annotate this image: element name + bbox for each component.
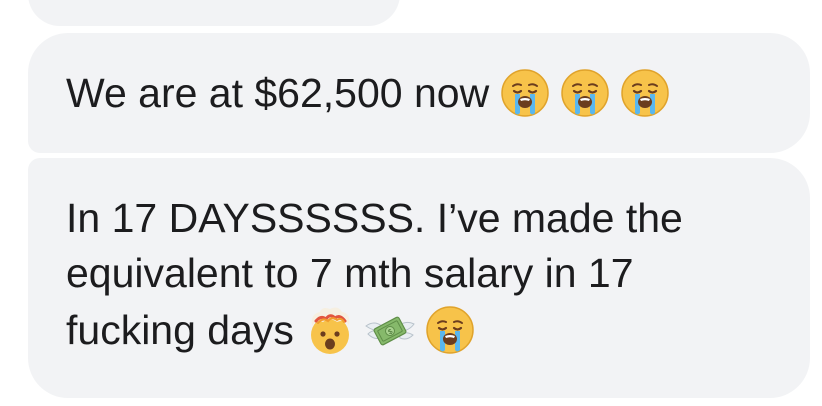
message-text: fucking days bbox=[66, 307, 294, 353]
message-text: We are at $62,500 now bbox=[66, 70, 490, 116]
message-line: equivalent to 7 mth salary in 17 bbox=[66, 249, 780, 297]
message-text: In 17 DAYSSSSSS. I’ve made the bbox=[66, 195, 683, 241]
chat-screen: We are at $62,500 now In 17 DAYSSSSSS. I… bbox=[0, 0, 822, 406]
message-line: We are at $62,500 now bbox=[66, 67, 679, 119]
message-line: fucking days $ bbox=[66, 304, 780, 356]
loudly-crying-face-icon bbox=[499, 67, 551, 119]
exploding-head-icon bbox=[304, 304, 356, 356]
loudly-crying-face-icon bbox=[619, 67, 671, 119]
loudly-crying-face-icon bbox=[559, 67, 611, 119]
message-bubble[interactable]: We are at $62,500 now bbox=[28, 33, 810, 153]
emoji-group bbox=[499, 67, 679, 119]
message-bubble[interactable]: In 17 DAYSSSSSS. I’ve made the equivalen… bbox=[28, 158, 810, 398]
message-text: equivalent to 7 mth salary in 17 bbox=[66, 250, 634, 296]
message-line: In 17 DAYSSSSSS. I’ve made the bbox=[66, 194, 780, 242]
emoji-group: $ bbox=[304, 304, 484, 356]
money-with-wings-icon: $ bbox=[364, 304, 416, 356]
loudly-crying-face-icon bbox=[424, 304, 476, 356]
previous-message-bubble bbox=[28, 0, 400, 26]
